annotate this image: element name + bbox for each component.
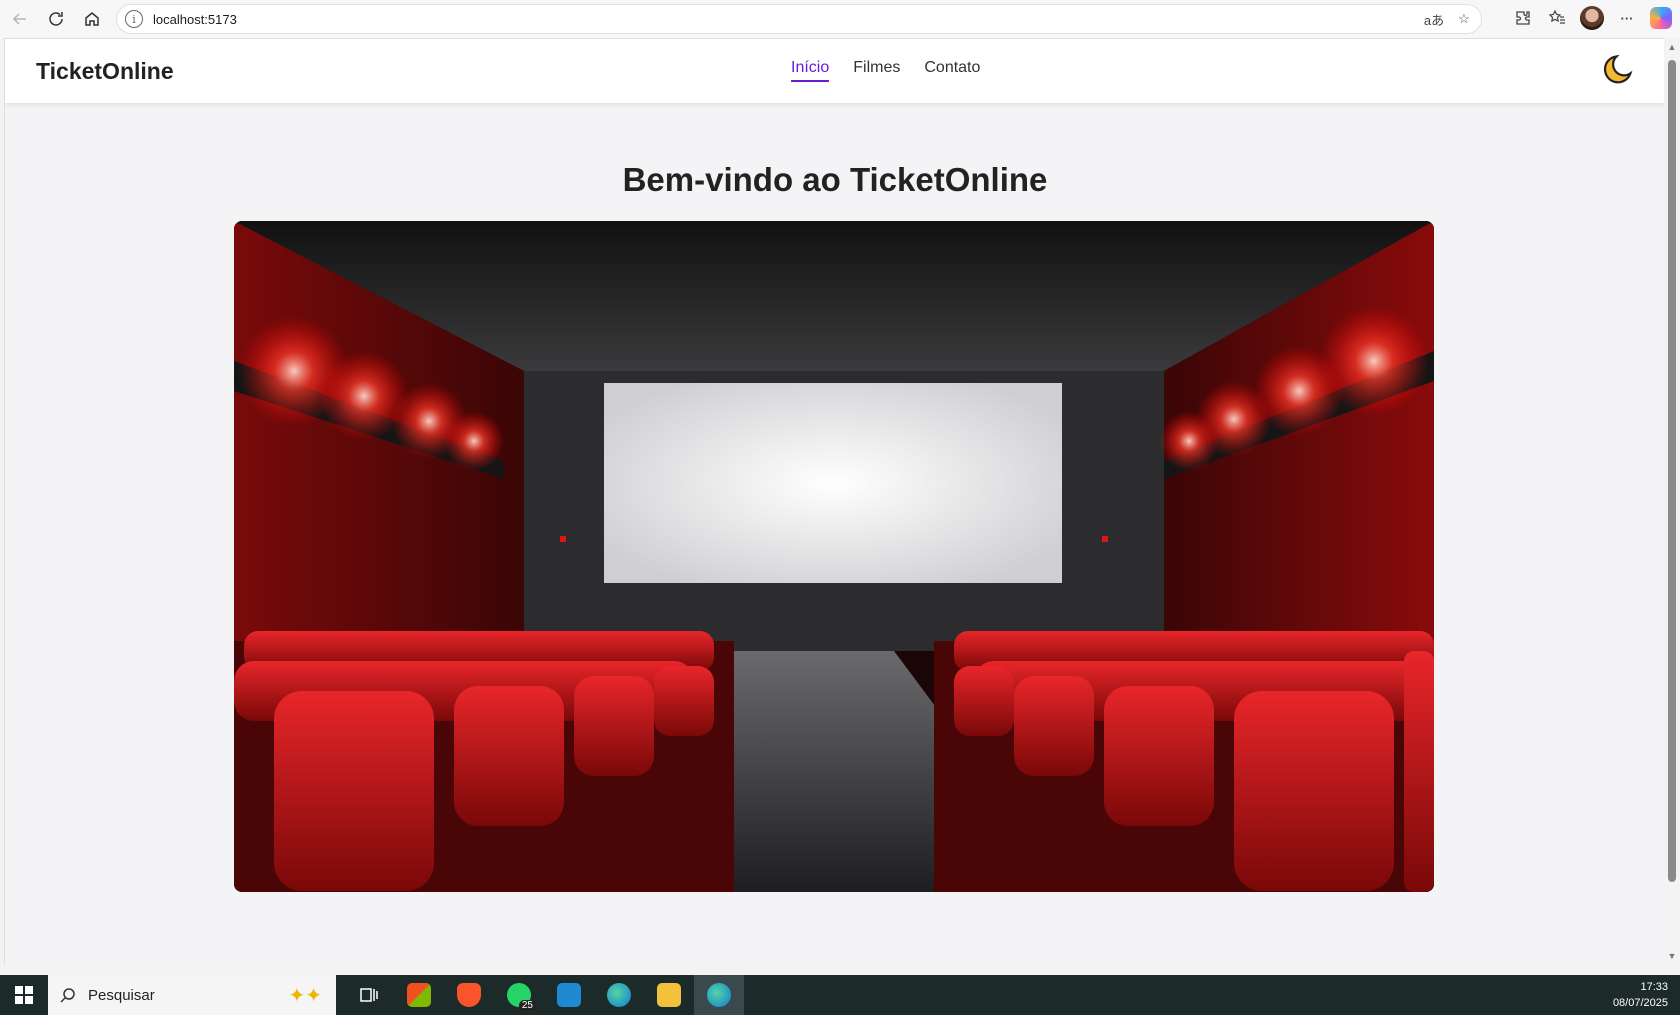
search-placeholder[interactable]: Pesquisar: [88, 987, 155, 1004]
edge-active-icon[interactable]: [694, 975, 744, 1015]
home-button[interactable]: [74, 1, 110, 37]
nav-filmes[interactable]: Filmes: [853, 59, 900, 82]
scrollbar-thumb[interactable]: [1668, 60, 1676, 882]
page-viewport: TicketOnline Início Filmes Contato Bem-v…: [4, 38, 1664, 965]
clock-date: 08/07/2025: [1612, 997, 1668, 1009]
browser-toolbar: i localhost:5173 aあ ☆ ···: [0, 0, 1680, 38]
whatsapp-icon[interactable]: 25: [494, 975, 544, 1015]
scroll-up-icon[interactable]: ▲: [1667, 42, 1677, 52]
microsoft-store-icon[interactable]: [394, 975, 444, 1015]
task-view-icon[interactable]: [344, 975, 394, 1015]
nav-inicio[interactable]: Início: [791, 59, 830, 82]
taskbar-search[interactable]: Pesquisar ✦✦: [48, 975, 336, 1015]
page-scrollbar[interactable]: ▲ ▼: [1664, 38, 1680, 965]
profile-avatar[interactable]: [1580, 6, 1604, 30]
brave-browser-icon[interactable]: [444, 975, 494, 1015]
translate-icon[interactable]: aあ: [1423, 8, 1445, 30]
copilot-icon[interactable]: [1650, 7, 1672, 29]
refresh-button[interactable]: [38, 1, 74, 37]
taskbar-clock[interactable]: 17:33 08/07/2025: [1613, 979, 1668, 1011]
whatsapp-badge: 25: [518, 1000, 536, 1011]
main-nav: Início Filmes Contato: [791, 59, 980, 82]
moon-icon[interactable]: [1599, 53, 1633, 87]
extensions-icon[interactable]: [1512, 7, 1534, 29]
site-logo[interactable]: TicketOnline: [36, 58, 174, 85]
favorites-icon[interactable]: [1546, 7, 1568, 29]
site-info-icon[interactable]: i: [125, 10, 143, 28]
search-icon: [60, 988, 75, 1003]
edge-icon[interactable]: [594, 975, 644, 1015]
nav-contato[interactable]: Contato: [924, 59, 980, 82]
windows-start-icon[interactable]: [0, 975, 48, 1015]
address-bar[interactable]: i localhost:5173 aあ ☆: [116, 4, 1482, 34]
vscode-icon[interactable]: [544, 975, 594, 1015]
site-header: TicketOnline Início Filmes Contato: [5, 39, 1664, 103]
star-icon[interactable]: ☆: [1453, 8, 1475, 30]
scroll-down-icon[interactable]: ▼: [1667, 951, 1677, 961]
hero-title: Bem-vindo ao TicketOnline: [622, 161, 1048, 198]
clock-time: 17:33: [1640, 981, 1668, 993]
windows-taskbar: Pesquisar ✦✦ 25 17:33 08/07/2025: [0, 975, 1680, 1015]
copilot-sparkle-icon: ✦✦: [288, 984, 322, 1007]
cinema-hall-image: [234, 221, 1434, 892]
file-explorer-icon[interactable]: [644, 975, 694, 1015]
back-button[interactable]: [2, 1, 38, 37]
more-menu-icon[interactable]: ···: [1616, 7, 1638, 29]
url-text[interactable]: localhost:5173: [153, 12, 237, 27]
